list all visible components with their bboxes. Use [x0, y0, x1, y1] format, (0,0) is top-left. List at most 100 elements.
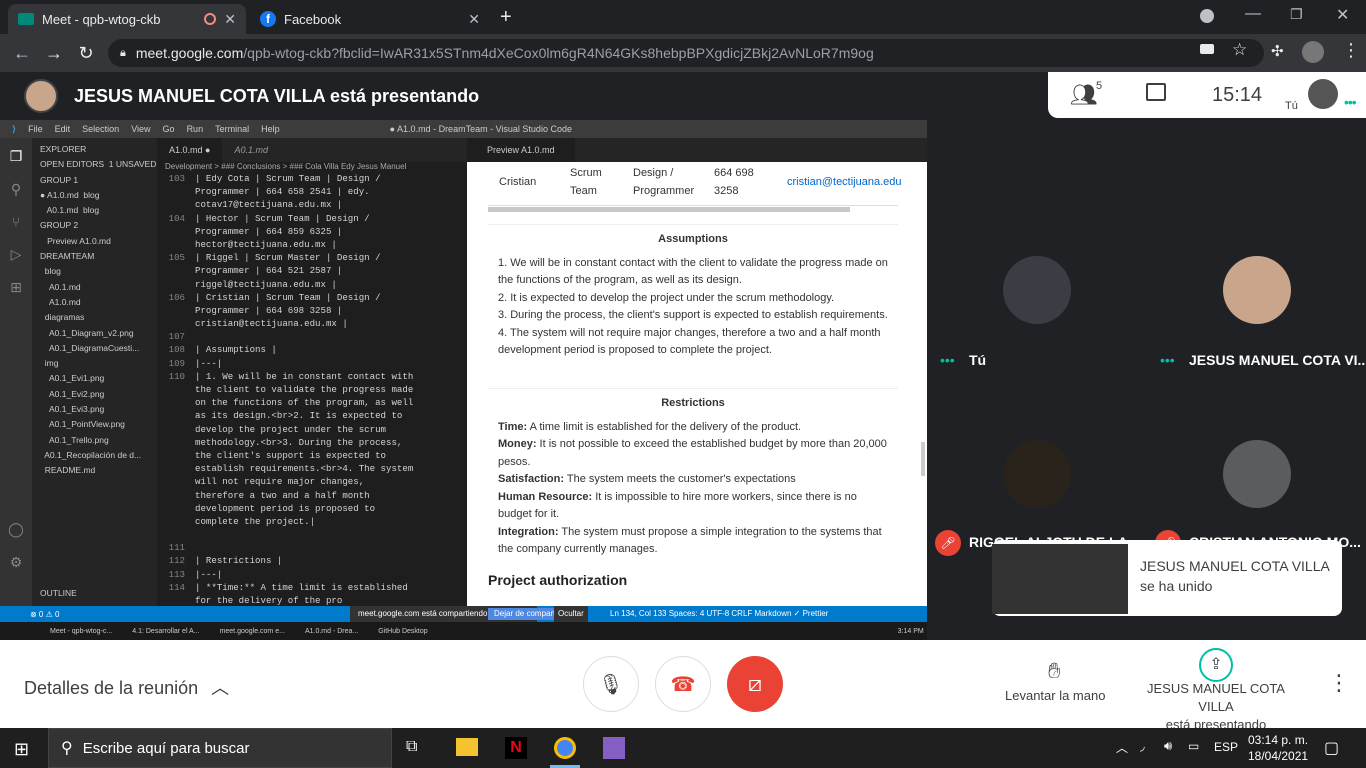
editor-tab-a1[interactable]: A1.0.md ●	[157, 138, 223, 162]
explorer-item[interactable]: ● A1.0.md blog	[40, 188, 157, 203]
microphone-button[interactable]: 🎙︎	[583, 656, 639, 712]
file-explorer-icon[interactable]	[456, 738, 478, 756]
language-indicator[interactable]: ESP	[1214, 740, 1238, 754]
explorer-item[interactable]: DREAMTEAM	[40, 249, 157, 264]
menu-view[interactable]: View	[131, 124, 150, 134]
explorer-item[interactable]: A0.1.md blog	[40, 203, 157, 218]
notifications-icon[interactable]: ▢	[1324, 738, 1339, 758]
code-line: cotav17@tectijuana.edu.mx |	[157, 198, 467, 211]
explorer-item[interactable]: A1.0.md	[40, 295, 157, 310]
explorer-item[interactable]: A0.1_Trello.png	[40, 433, 157, 448]
back-button[interactable]: ←	[10, 42, 34, 64]
reload-button[interactable]: ↻	[74, 42, 98, 64]
battery-icon[interactable]: ▭	[1188, 739, 1199, 753]
editor-tab-a01[interactable]: A0.1.md	[222, 138, 280, 162]
explorer-item[interactable]: A0.1_Evi1.png	[40, 371, 157, 386]
preview-tab[interactable]: Preview A1.0.md	[467, 138, 575, 162]
explorer-item[interactable]: GROUP 1	[40, 173, 157, 188]
taskbar-clock[interactable]: 03:14 p. m. 18/04/2021	[1248, 732, 1308, 764]
tab-facebook[interactable]: f Facebook ✕	[250, 4, 490, 34]
hide-share-button[interactable]: Ocultar	[554, 606, 588, 622]
run-debug-icon[interactable]: ▷	[0, 246, 32, 263]
explorer-item[interactable]	[40, 479, 157, 494]
camera-off-button[interactable]: ⧄	[727, 656, 783, 712]
explorer-item[interactable]	[40, 509, 157, 524]
present-screen-icon[interactable]: ⇪	[1199, 648, 1233, 682]
preview-scrollbar[interactable]	[921, 442, 925, 476]
cell-email-link[interactable]: cristian@tectijuana.edu	[787, 174, 902, 192]
more-options-icon[interactable]: ⋮	[1328, 670, 1350, 696]
chat-icon[interactable]	[1146, 83, 1166, 101]
raise-hand-icon[interactable]: ✋︎	[1048, 658, 1061, 684]
close-tab-icon[interactable]: ✕	[468, 11, 480, 28]
tab-search-icon[interactable]	[1200, 9, 1214, 23]
camera-icon[interactable]	[1200, 44, 1214, 54]
extensions-icon[interactable]: ⊞	[0, 279, 32, 296]
explorer-item[interactable]	[40, 524, 157, 539]
menu-file[interactable]: File	[28, 124, 43, 134]
table-scrollbar[interactable]	[488, 207, 850, 212]
chrome-icon[interactable]	[554, 737, 576, 759]
presenting-status[interactable]: JESUS MANUEL COTA VILLA está presentando	[1128, 680, 1304, 734]
explorer-item[interactable]: A0.1_Recopilación de d...	[40, 448, 157, 463]
menu-edit[interactable]: Edit	[55, 124, 71, 134]
explorer-item[interactable]: Preview A1.0.md	[40, 234, 157, 249]
close-tab-icon[interactable]: ✕	[224, 11, 236, 28]
explorer-item[interactable]: OUTLINE	[40, 586, 157, 601]
profile-avatar[interactable]	[1302, 41, 1324, 63]
chrome-menu-icon[interactable]: ⋮	[1342, 40, 1360, 61]
explorer-item[interactable]: A0.1.md	[40, 280, 157, 295]
problems-status[interactable]: ⊗ 0 ⚠ 0	[30, 610, 59, 619]
files-icon[interactable]: ❐	[0, 148, 32, 165]
explorer-item[interactable]: A0.1_PointView.png	[40, 417, 157, 432]
explorer-item[interactable]: blog	[40, 264, 157, 279]
minimize-window-button[interactable]: —	[1245, 5, 1261, 23]
menu-selection[interactable]: Selection	[82, 124, 119, 134]
code-area[interactable]: 103 | Edy Cota | Scrum Team | Design / Pro…	[157, 172, 467, 607]
vscode-editor: A1.0.md ● A0.1.md Development > ### Conc…	[157, 138, 617, 614]
people-icon[interactable]: 👥︎	[1070, 82, 1098, 108]
line-number	[157, 396, 195, 409]
netflix-icon[interactable]: N	[505, 737, 527, 759]
explorer-item[interactable]: README.md	[40, 463, 157, 478]
meeting-details-button[interactable]: Detalles de la reunión ︿	[24, 674, 229, 700]
menu-help[interactable]: Help	[261, 124, 280, 134]
taskbar-search-box[interactable]: ⚲ Escribe aquí para buscar	[48, 728, 392, 768]
raise-hand-label[interactable]: Levantar la mano	[1005, 688, 1105, 703]
explorer-item[interactable]	[40, 555, 157, 570]
account-icon[interactable]: ◯	[0, 521, 32, 538]
explorer-item[interactable]: OPEN EDITORS 1 UNSAVED	[40, 157, 157, 172]
explorer-item[interactable]	[40, 570, 157, 585]
menu-run[interactable]: Run	[187, 124, 204, 134]
restore-window-button[interactable]: ❐	[1290, 6, 1303, 23]
explorer-item[interactable]: A0.1_Evi2.png	[40, 387, 157, 402]
menu-go[interactable]: Go	[163, 124, 175, 134]
new-tab-button[interactable]: +	[500, 6, 512, 29]
task-view-icon[interactable]: ⧉	[406, 738, 417, 756]
settings-gear-icon[interactable]: ⚙	[0, 554, 32, 571]
forward-button[interactable]: →	[42, 42, 66, 64]
bookmark-star-icon[interactable]: ☆	[1232, 40, 1247, 60]
close-window-button[interactable]: ✕	[1336, 5, 1349, 25]
network-icon[interactable]: ◞	[1140, 739, 1145, 753]
windows-start-icon[interactable]: ⊞	[14, 739, 29, 760]
search-icon[interactable]: ⚲	[0, 181, 32, 198]
explorer-item[interactable]: img	[40, 356, 157, 371]
explorer-item[interactable]: A0.1_Diagram_v2.png	[40, 326, 157, 341]
end-call-button[interactable]: ☎︎	[655, 656, 711, 712]
explorer-item[interactable]: A0.1_DiagramaCuesti...	[40, 341, 157, 356]
explorer-item[interactable]: EXPLORER	[40, 142, 157, 157]
show-hidden-icons[interactable]: ︿	[1116, 739, 1128, 756]
explorer-item[interactable]: A0.1_Evi3.png	[40, 402, 157, 417]
explorer-item[interactable]	[40, 540, 157, 555]
explorer-item[interactable]: diagramas	[40, 310, 157, 325]
address-bar[interactable]: 🔒︎ meet.google.com/qpb-wtog-ckb?fbclid=I…	[108, 39, 1264, 67]
menu-terminal[interactable]: Terminal	[215, 124, 249, 134]
source-control-icon[interactable]: ⑂	[0, 214, 32, 230]
volume-icon[interactable]: 🔊︎	[1164, 738, 1172, 754]
tab-meet[interactable]: Meet - qpb-wtog-ckb ✕	[8, 4, 246, 34]
visual-studio-icon[interactable]	[603, 737, 625, 759]
explorer-item[interactable]	[40, 494, 157, 509]
explorer-item[interactable]: GROUP 2	[40, 218, 157, 233]
extensions-icon[interactable]: ✣	[1271, 42, 1284, 60]
